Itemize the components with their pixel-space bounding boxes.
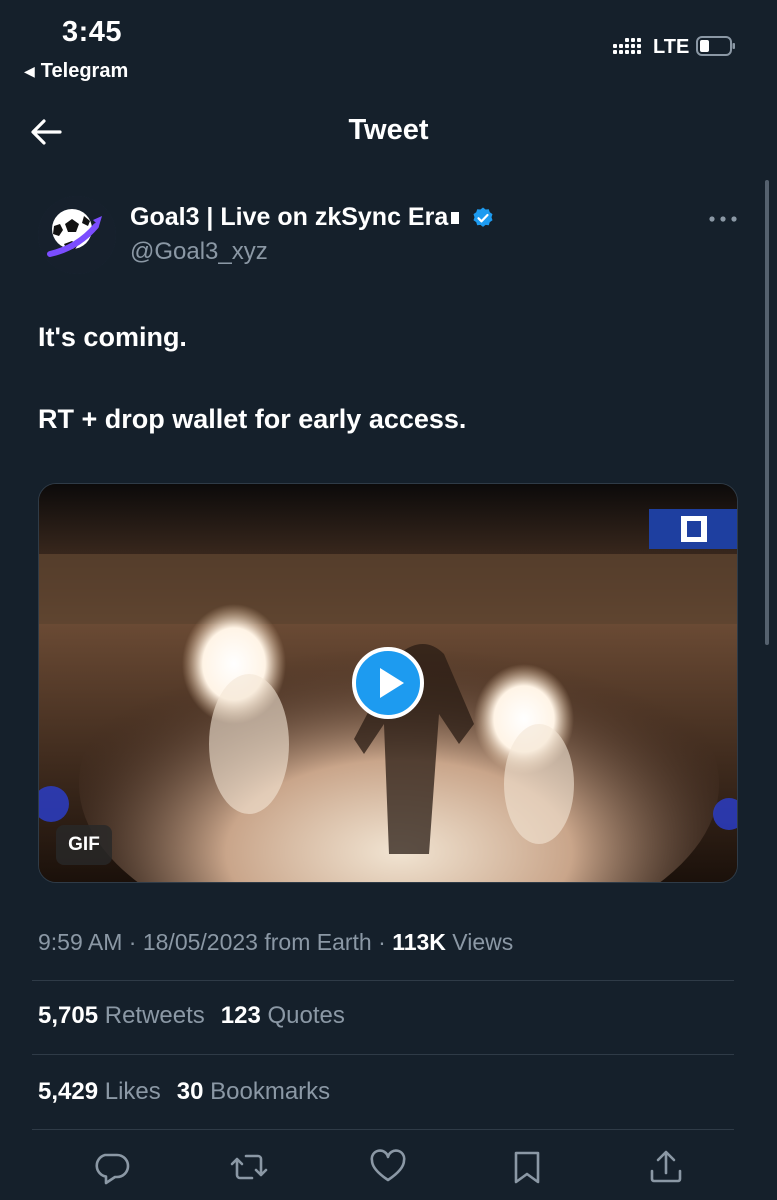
reply-button[interactable] — [91, 1147, 131, 1187]
bookmarks-link[interactable]: 30 Bookmarks — [177, 1078, 330, 1105]
bookmark-icon — [514, 1151, 540, 1184]
quotes-label: Quotes — [267, 1002, 345, 1029]
divider — [32, 980, 734, 981]
verified-badge-icon — [473, 207, 493, 227]
signal-icon — [613, 38, 641, 54]
retweets-count: 5,705 — [38, 1002, 99, 1029]
retweet-icon — [230, 1154, 268, 1180]
stats-row-reposts: 5,705 Retweets 123 Quotes — [38, 1002, 345, 1030]
tweet-source: from Earth — [264, 929, 372, 955]
separator-dot: · — [128, 929, 137, 955]
back-app-label: Telegram — [40, 60, 129, 82]
soccer-ball-logo-icon — [38, 196, 116, 274]
like-icon — [370, 1149, 406, 1182]
bookmarks-label: Bookmarks — [210, 1078, 331, 1105]
more-options-icon[interactable] — [708, 212, 738, 226]
bookmark-button[interactable] — [507, 1147, 547, 1187]
likes-count: 5,429 — [38, 1078, 99, 1105]
network-label: LTE — [653, 36, 690, 58]
divider — [32, 1129, 734, 1130]
quotes-link[interactable]: 123 Quotes — [221, 1002, 345, 1029]
tweet-time: 9:59 AM — [38, 929, 123, 955]
like-button[interactable] — [368, 1147, 408, 1187]
share-button[interactable] — [646, 1147, 686, 1187]
stats-row-likes: 5,429 Likes 30 Bookmarks — [38, 1078, 330, 1106]
author-handle[interactable]: @Goal3_xyz — [130, 238, 268, 266]
author-display-name[interactable]: Goal3 | Live on zkSync Era — [130, 203, 495, 232]
flag-glyph-icon — [451, 211, 460, 224]
views-label: Views — [452, 929, 514, 955]
quotes-count: 123 — [220, 1002, 261, 1029]
tweet-meta: 9:59 AM · 18/05/2023 from Earth · 113K V… — [38, 929, 513, 956]
views-count: 113K — [392, 929, 446, 955]
scrollbar[interactable] — [765, 180, 769, 645]
divider — [32, 1054, 734, 1055]
back-to-app-link[interactable]: ◀ Telegram — [24, 60, 128, 83]
bookmarks-count: 30 — [176, 1078, 204, 1105]
tweet-date: 18/05/2023 — [142, 929, 258, 955]
avatar[interactable] — [38, 196, 116, 274]
reply-icon — [95, 1153, 130, 1185]
gif-badge: GIF — [56, 825, 112, 865]
battery-icon — [696, 36, 735, 56]
share-icon — [650, 1150, 682, 1183]
back-triangle-icon: ◀ — [24, 63, 35, 79]
tweet-text-line-1: It's coming. — [38, 322, 187, 352]
play-icon[interactable] — [351, 646, 425, 720]
likes-label: Likes — [104, 1078, 161, 1105]
likes-link[interactable]: 5,429 Likes — [38, 1078, 161, 1105]
separator-dot: · — [378, 929, 386, 955]
retweets-label: Retweets — [104, 1002, 205, 1029]
status-time: 3:45 — [62, 16, 123, 48]
display-name-text: Goal3 | Live on zkSync Era — [130, 203, 449, 231]
tweet-text-line-2: RT + drop wallet for early access. — [38, 404, 467, 434]
retweet-button[interactable] — [229, 1147, 269, 1187]
retweets-link[interactable]: 5,705 Retweets — [38, 1002, 205, 1029]
page-title: Tweet — [348, 114, 429, 146]
